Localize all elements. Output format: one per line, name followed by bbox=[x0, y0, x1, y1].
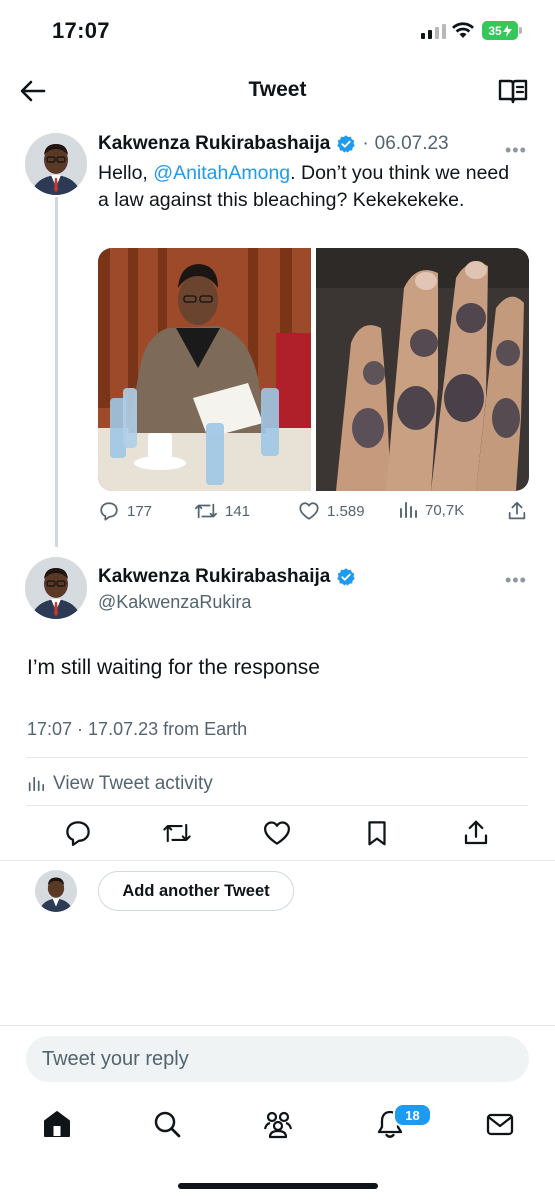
mention-link[interactable]: @AnitahAmong bbox=[153, 162, 290, 184]
notifications-badge: 18 bbox=[393, 1103, 432, 1127]
tweet-media bbox=[98, 248, 529, 491]
tweet-text: Hello, @AnitahAmong. Don’t you think we … bbox=[98, 160, 518, 214]
tweet-date[interactable]: 06.07.23 bbox=[375, 133, 449, 155]
author-name[interactable]: Kakwenza Rukirabashaija bbox=[98, 566, 330, 588]
divider bbox=[27, 805, 528, 806]
charging-bolt-icon bbox=[502, 24, 512, 37]
view-count: 70,7K bbox=[425, 501, 465, 519]
avatar[interactable] bbox=[35, 870, 77, 912]
tweet-time[interactable]: 17:07 bbox=[27, 719, 72, 739]
tweet-source: from Earth bbox=[158, 719, 248, 739]
more-options-icon[interactable]: ••• bbox=[505, 140, 527, 161]
communities-icon[interactable] bbox=[262, 1108, 294, 1140]
main-tweet-author: Kakwenza Rukirabashaija bbox=[98, 566, 356, 588]
battery-level: 35 bbox=[488, 23, 502, 38]
heart-icon[interactable] bbox=[262, 818, 292, 848]
meta-separator: · bbox=[72, 719, 89, 739]
book-open-icon[interactable] bbox=[497, 76, 529, 106]
battery-tip bbox=[519, 27, 522, 34]
date-separator: · bbox=[362, 133, 369, 154]
verified-badge-icon bbox=[337, 135, 356, 153]
share-icon bbox=[508, 501, 526, 520]
add-another-tweet-button[interactable]: Add another Tweet bbox=[98, 871, 294, 911]
retweet-icon[interactable] bbox=[162, 818, 192, 848]
divider bbox=[0, 1025, 555, 1026]
parent-tweet-header: Kakwenza Rukirabashaija · 06.07.23 bbox=[98, 133, 449, 155]
author-name[interactable]: Kakwenza Rukirabashaija bbox=[98, 133, 330, 155]
heart-icon bbox=[299, 502, 319, 520]
divider bbox=[27, 757, 528, 758]
bookmark-icon[interactable] bbox=[362, 818, 392, 848]
search-icon[interactable] bbox=[151, 1108, 183, 1140]
analytics-icon bbox=[28, 776, 45, 792]
reply-input[interactable]: Tweet your reply bbox=[26, 1036, 529, 1082]
divider bbox=[0, 860, 555, 861]
avatar[interactable] bbox=[25, 133, 87, 195]
analytics-icon bbox=[400, 502, 417, 518]
cellular-signal-icon bbox=[421, 23, 446, 39]
main-tweet-actions bbox=[0, 818, 555, 850]
reply-icon[interactable] bbox=[63, 818, 93, 848]
avatar[interactable] bbox=[25, 557, 87, 619]
view-activity-label: View Tweet activity bbox=[53, 773, 213, 794]
more-options-icon[interactable]: ••• bbox=[505, 570, 527, 591]
tweet-timestamp: 17:07 · 17.07.23 from Earth bbox=[27, 719, 247, 740]
retweet-count: 141 bbox=[225, 502, 251, 520]
reply-button[interactable]: 177 bbox=[98, 500, 152, 522]
media-photo-woman-at-desk[interactable] bbox=[98, 248, 311, 491]
retweet-icon bbox=[195, 503, 217, 519]
wifi-icon bbox=[452, 22, 474, 38]
status-time: 17:07 bbox=[52, 18, 110, 43]
reply-icon bbox=[100, 502, 118, 521]
author-handle[interactable]: @KakwenzaRukira bbox=[98, 592, 251, 613]
thread-connector bbox=[55, 197, 58, 547]
share-icon[interactable] bbox=[461, 818, 491, 848]
tweet-text: I’m still waiting for the response bbox=[27, 656, 320, 679]
media-photo-darkened-knuckles[interactable] bbox=[316, 248, 529, 491]
retweet-button[interactable]: 141 bbox=[194, 500, 250, 522]
page-title: Tweet bbox=[248, 78, 307, 101]
messages-icon[interactable] bbox=[484, 1108, 516, 1140]
home-indicator bbox=[178, 1183, 378, 1189]
reply-count: 177 bbox=[127, 502, 153, 520]
share-button[interactable] bbox=[506, 500, 528, 522]
nav-header: Tweet bbox=[0, 62, 555, 118]
home-icon[interactable] bbox=[41, 1108, 73, 1140]
verified-badge-icon bbox=[337, 568, 356, 586]
views-button[interactable]: 70,7K bbox=[398, 500, 464, 520]
parent-tweet-actions: 177 141 1.589 70,7K bbox=[98, 500, 528, 528]
tweet-date[interactable]: 17.07.23 bbox=[88, 719, 158, 739]
tab-bar bbox=[0, 1100, 555, 1152]
view-tweet-activity-link[interactable]: View Tweet activity bbox=[27, 773, 213, 795]
battery-indicator: 35 bbox=[482, 21, 518, 40]
like-button[interactable]: 1.589 bbox=[298, 500, 365, 522]
status-bar: 17:07 35 bbox=[0, 0, 555, 62]
tweet-text-part: Hello, bbox=[98, 162, 154, 184]
like-count: 1.589 bbox=[327, 502, 365, 520]
